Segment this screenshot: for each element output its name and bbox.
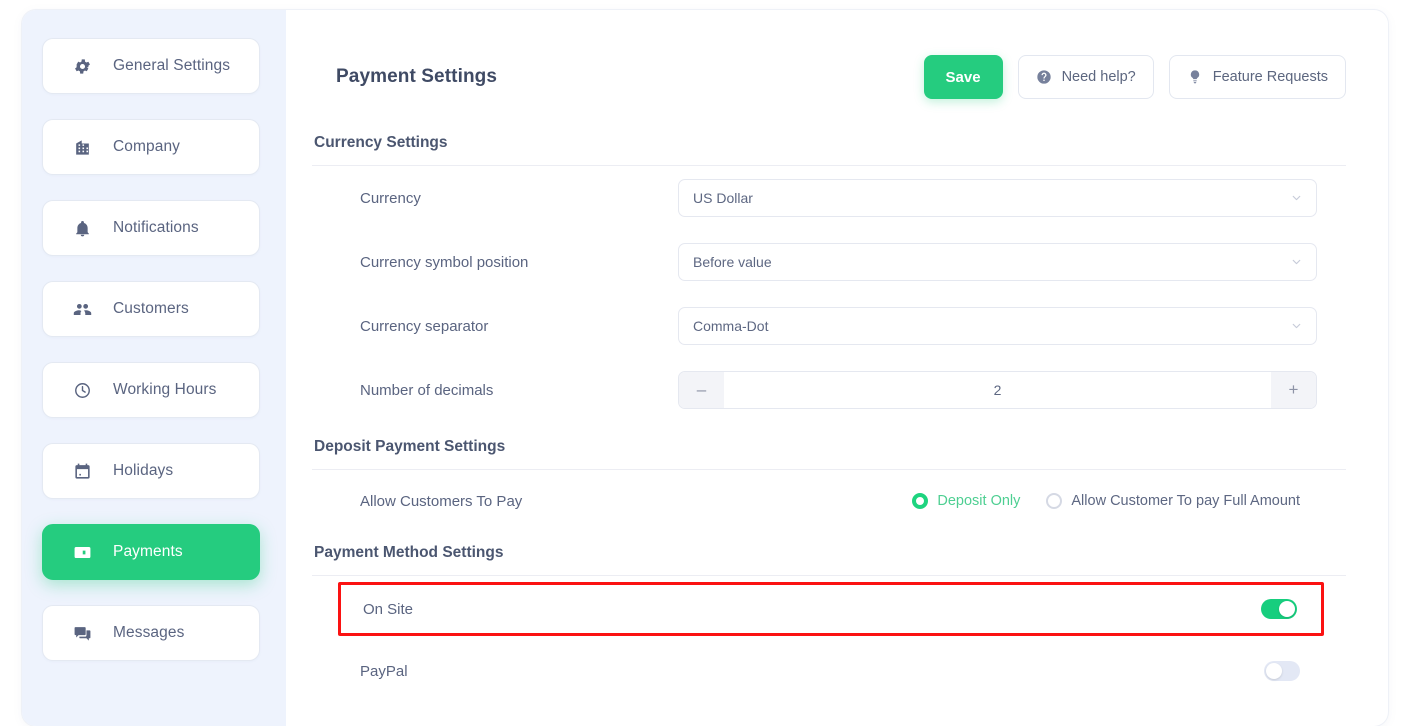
allow-customers-to-pay-label: Allow Customers To Pay [360, 492, 523, 510]
radio-allow-full-amount[interactable]: Allow Customer To pay Full Amount [1046, 493, 1300, 509]
payment-method-settings-heading: Payment Method Settings [314, 544, 504, 561]
currency-symbol-position-label: Currency symbol position [360, 253, 529, 271]
settings-sidebar: General Settings Company Notifications C… [22, 10, 286, 726]
radio-label: Allow Customer To pay Full Amount [1071, 493, 1300, 509]
feature-requests-label: Feature Requests [1212, 69, 1328, 85]
sidebar-item-label: Working Hours [113, 381, 217, 398]
save-button[interactable]: Save [923, 55, 1003, 99]
sidebar-item-general-settings[interactable]: General Settings [42, 38, 260, 94]
currency-separator-control: Comma-Dot [678, 307, 1317, 345]
page-title: Payment Settings [336, 66, 498, 87]
payment-option-radio-group: Deposit Only Allow Customer To pay Full … [678, 493, 1346, 509]
users-icon [72, 299, 92, 319]
decrement-button[interactable]: – [679, 372, 724, 408]
currency-separator-select[interactable]: Comma-Dot [678, 307, 1317, 345]
currency-control: US Dollar [678, 179, 1317, 217]
sidebar-item-label: General Settings [113, 57, 231, 74]
wallet-icon [72, 542, 92, 562]
calendar-icon [72, 461, 92, 481]
feature-requests-button[interactable]: Feature Requests [1168, 55, 1346, 99]
payment-methods-list: On Site PayPal [312, 582, 1346, 700]
radio-label: Deposit Only [937, 493, 1021, 509]
decimals-value[interactable]: 2 [724, 372, 1271, 408]
sidebar-item-label: Holidays [113, 462, 174, 479]
currency-symbol-position-row: Currency symbol position Before value [312, 230, 1346, 294]
sidebar-item-label: Customers [113, 300, 189, 317]
sidebar-item-holidays[interactable]: Holidays [42, 443, 260, 499]
sidebar-item-working-hours[interactable]: Working Hours [42, 362, 260, 418]
number-of-decimals-row: Number of decimals – 2 + [312, 358, 1346, 422]
gear-icon [72, 56, 92, 76]
currency-label: Currency [360, 189, 421, 207]
toggle-knob [1279, 601, 1295, 617]
quantity-stepper: – 2 + [678, 371, 1317, 409]
need-help-button[interactable]: Need help? [1017, 55, 1154, 99]
chat-icon [72, 623, 92, 643]
number-of-decimals-label: Number of decimals [360, 381, 494, 399]
currency-settings-heading: Currency Settings [314, 134, 448, 151]
radio-deposit-only[interactable]: Deposit Only [912, 493, 1020, 509]
currency-symbol-position-control: Before value [678, 243, 1317, 281]
lightbulb-icon [1187, 69, 1203, 85]
section-divider [312, 575, 1346, 576]
currency-field-row: Currency US Dollar [312, 166, 1346, 230]
sidebar-item-label: Messages [113, 624, 185, 641]
on-site-toggle[interactable] [1261, 599, 1297, 619]
currency-symbol-position-value: Before value [693, 254, 772, 270]
currency-symbol-position-select[interactable]: Before value [678, 243, 1317, 281]
sidebar-item-payments[interactable]: Payments [42, 524, 260, 580]
sidebar-item-label: Company [113, 138, 181, 155]
building-icon [72, 137, 92, 157]
payment-method-label: On Site [363, 600, 414, 618]
allow-customers-to-pay-row: Allow Customers To Pay Deposit Only Allo… [312, 470, 1346, 532]
currency-selected-value: US Dollar [693, 190, 753, 206]
payment-settings-panel: Payment Settings Save Need help? Feature… [286, 10, 1388, 726]
sidebar-item-company[interactable]: Company [42, 119, 260, 175]
radio-indicator [1046, 493, 1063, 509]
sidebar-item-label: Payments [113, 543, 183, 560]
sidebar-item-messages[interactable]: Messages [42, 605, 260, 661]
bell-icon [72, 218, 92, 238]
currency-separator-value: Comma-Dot [693, 318, 769, 334]
deposit-payment-settings-heading: Deposit Payment Settings [314, 438, 506, 455]
question-circle-icon [1036, 69, 1052, 85]
chevron-down-icon [1290, 320, 1303, 333]
number-of-decimals-control: – 2 + [678, 371, 1317, 409]
need-help-label: Need help? [1061, 69, 1136, 85]
paypal-toggle[interactable] [1264, 661, 1300, 681]
payment-method-row-on-site[interactable]: On Site [338, 582, 1324, 636]
currency-separator-row: Currency separator Comma-Dot [312, 294, 1346, 358]
app-window: General Settings Company Notifications C… [22, 10, 1388, 726]
sidebar-item-notifications[interactable]: Notifications [42, 200, 260, 256]
page-header: Payment Settings Save Need help? Feature… [312, 54, 1346, 100]
chevron-down-icon [1290, 192, 1303, 205]
sidebar-item-label: Notifications [113, 219, 199, 236]
chevron-down-icon [1290, 256, 1303, 269]
clock-icon [72, 380, 92, 400]
payment-method-row-paypal[interactable]: PayPal [314, 642, 1346, 700]
payment-method-label: PayPal [360, 662, 408, 680]
currency-select[interactable]: US Dollar [678, 179, 1317, 217]
increment-button[interactable]: + [1271, 372, 1316, 408]
sidebar-item-customers[interactable]: Customers [42, 281, 260, 337]
radio-indicator [912, 493, 929, 509]
currency-separator-label: Currency separator [360, 317, 489, 335]
toggle-knob [1266, 663, 1282, 679]
